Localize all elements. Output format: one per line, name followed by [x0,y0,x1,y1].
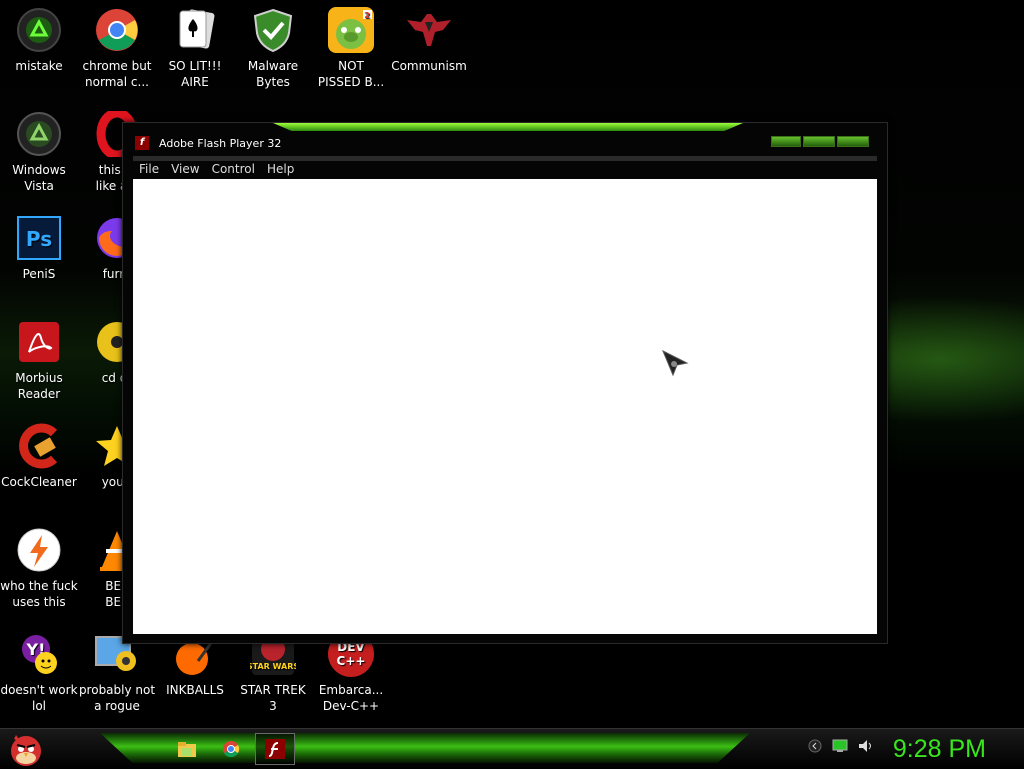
tray-chevron-icon[interactable] [808,739,822,753]
window-accent-bar [273,123,743,131]
solitaire-icon [171,6,219,54]
close-button[interactable] [837,136,869,147]
icon-label: CockCleaner [1,475,77,489]
flash-player-icon: f [135,136,149,150]
icon-label: Communism [391,59,467,73]
icon-label: mistake [15,59,63,73]
pig-icon: 2 [327,6,375,54]
winamp-icon [15,526,63,574]
svg-text:STAR WARS: STAR WARS [250,662,296,671]
desktop-icon-who-uses-this[interactable]: who the fuck uses this [0,526,78,610]
icon-label: INKBALLS [166,683,224,697]
menu-bar: File View Control Help [133,161,877,177]
desktop-icon-morbius-reader[interactable]: Morbius Reader [0,318,78,402]
flash-content-area[interactable] [133,179,877,634]
icon-label: STAR TREK 3 [240,683,306,713]
menu-control[interactable]: Control [206,161,261,177]
icon-label: Embarca... Dev-C++ [318,683,384,713]
desktop-icon-mistake[interactable]: mistake [0,6,78,74]
start-button[interactable] [4,729,48,769]
menu-file[interactable]: File [133,161,165,177]
icon-label: PeniS [22,267,56,281]
icon-label: SO LIT!!! AIRE [168,59,222,89]
mouse-cursor-icon [662,349,689,377]
menu-view[interactable]: View [165,161,205,177]
network-monitor-icon[interactable] [832,739,848,753]
taskbar-file-explorer[interactable] [172,735,202,763]
yahoo-icon: Y! [15,630,63,678]
icon-label: doesn't work lol [0,683,78,713]
desktop-icon-communism[interactable]: Communism [390,6,468,74]
folder-icon [178,742,196,757]
icon-label: Windows Vista [12,163,66,193]
icon-label: NOT PISSED B... [317,59,385,89]
desktop-icon-cockcleaner[interactable]: CockCleaner [0,422,78,490]
taskbar-chrome[interactable] [216,735,246,763]
desktop-icon-windows-vista[interactable]: Windows Vista [0,110,78,194]
icon-label: chrome but normal c... [82,59,152,89]
desktop-icon-not-pissed[interactable]: 2 NOT PISSED B... [312,6,390,90]
angry-bird-icon [11,735,41,766]
svg-text:Ps: Ps [26,227,52,251]
recycle-green-icon [15,6,63,54]
icon-label: who the fuck uses this [0,579,78,609]
chrome-icon [93,6,141,54]
desktop-icon-penis[interactable]: Ps PeniS [0,214,78,282]
maximize-button[interactable] [803,136,835,147]
icon-label: Morbius Reader [15,371,63,401]
system-tray [808,739,874,753]
shield-check-icon [249,6,297,54]
icon-label: Malware Bytes [247,59,299,89]
desktop-icon-chrome[interactable]: chrome but normal c... [78,6,156,90]
menu-help[interactable]: Help [261,161,300,177]
minimize-button[interactable] [771,136,801,147]
svg-text:2: 2 [364,11,370,20]
window-title: Adobe Flash Player 32 [159,137,282,150]
volume-icon[interactable] [858,739,874,753]
eagle-logo-icon [405,6,453,54]
svg-text:C++: C++ [337,654,366,668]
pdf-reader-icon [15,318,63,366]
chrome-icon [223,741,240,758]
flash-player-window[interactable]: f Adobe Flash Player 32 File View Contro… [122,122,888,644]
desktop-icon-doesnt-work[interactable]: Y! doesn't work lol [0,630,78,714]
photoshop-icon: Ps [15,214,63,262]
desktop-icon-malwarebytes[interactable]: Malware Bytes [234,6,312,90]
icon-label: probably not a rogue [78,683,156,713]
ccleaner-icon [15,422,63,470]
recycle-bin-icon [15,110,63,158]
window-controls [771,136,869,147]
flash-player-icon [265,739,285,759]
desktop-icon-solitaire[interactable]: SO LIT!!! AIRE [156,6,234,90]
taskbar-flash-player[interactable] [255,733,295,765]
taskbar-clock[interactable]: 9:28 PM [893,733,986,765]
taskbar: 9:28 PM [0,728,1024,769]
